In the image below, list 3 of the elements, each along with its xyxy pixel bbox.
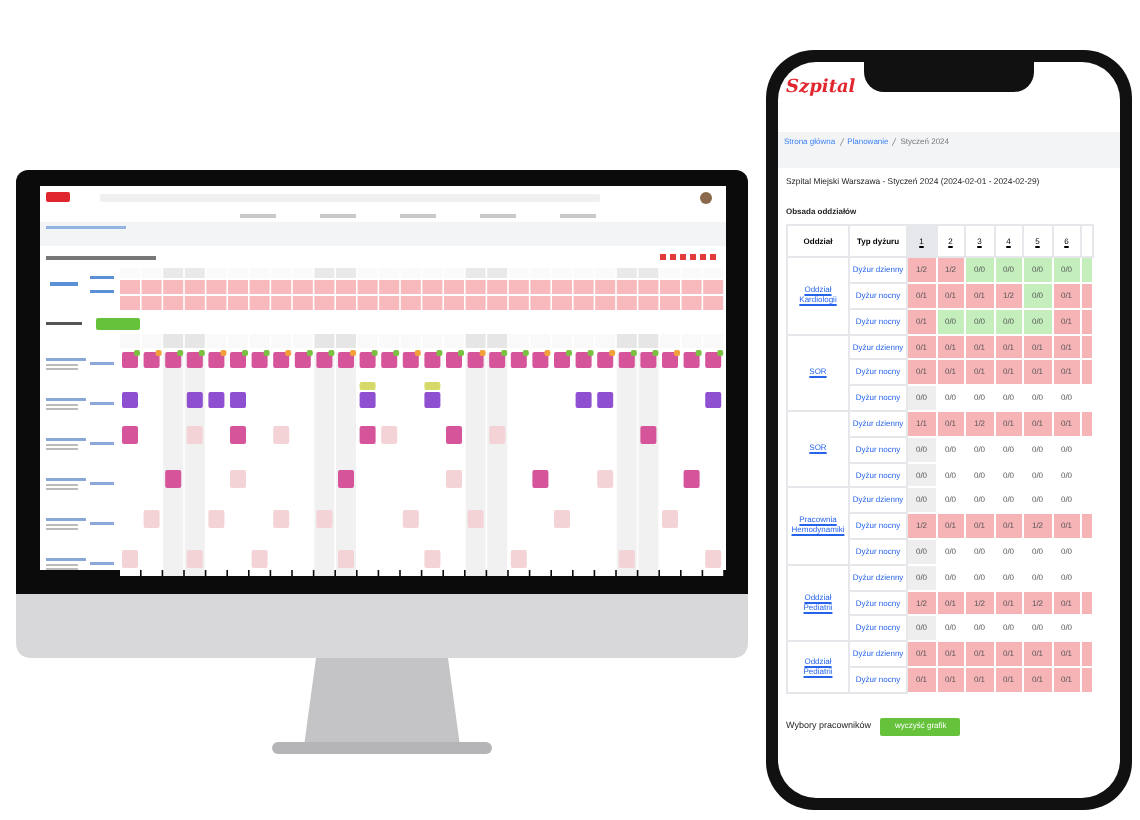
breadcrumb-separator-icon (839, 138, 844, 146)
breadcrumb-separator-icon (892, 138, 897, 146)
logo: Szpital (786, 80, 856, 98)
